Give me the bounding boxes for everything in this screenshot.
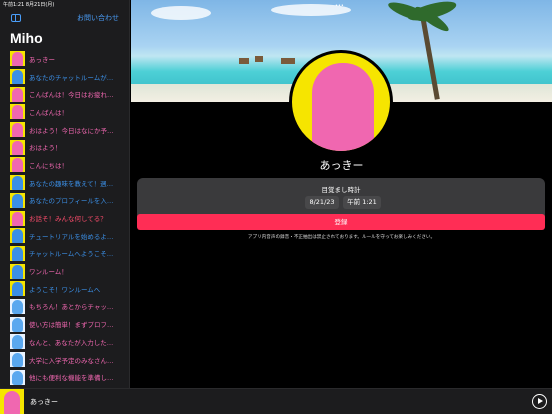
- chat-list-item[interactable]: なんと、あなたが入力した…: [0, 333, 130, 351]
- chat-list-item[interactable]: あなたのプロフィールを入…: [0, 192, 130, 210]
- alarm-date-picker[interactable]: 8/21/23: [305, 196, 339, 209]
- chat-list-item[interactable]: あなたのチャットルームが…: [0, 68, 130, 86]
- chat-list-item-text: あなたのチャットルームが…: [29, 73, 114, 82]
- avatar: [10, 175, 25, 191]
- avatar: [10, 51, 25, 67]
- player-avatar: [0, 389, 24, 414]
- chat-list-item[interactable]: おはよう！今日はなにか予…: [0, 121, 130, 139]
- avatar: [10, 69, 25, 85]
- chat-list-item[interactable]: お話そ！みんな何してる？: [0, 209, 130, 227]
- chat-list-item-text: あなたの趣味を教えて！週…: [29, 179, 114, 188]
- avatar: [10, 298, 25, 314]
- avatar: [10, 192, 25, 208]
- avatar: [10, 157, 25, 173]
- chat-list-item[interactable]: チャットルームへようこそ…: [0, 245, 130, 263]
- avatar: [10, 122, 25, 138]
- profile-avatar: [289, 50, 393, 154]
- chat-list-item-text: こんにちは！: [29, 161, 68, 170]
- alarm-title: 目覚まし時計: [321, 186, 361, 194]
- chat-list-item-text: お話そ！みんな何してる？: [29, 215, 107, 224]
- chat-list-item[interactable]: ようこそ！ワンルームへ: [0, 280, 130, 298]
- main-panel: ••• あっきー 目覚まし時計 8/21/23 午前 1:21 登録 アプリ内音…: [131, 0, 552, 388]
- chat-list-item-text: 使い方は簡単！まずプロフ…: [29, 321, 114, 330]
- player-bar: あっきー: [0, 388, 552, 414]
- chat-list-item-text: 他にも便利な機能を準備し…: [29, 374, 114, 383]
- chat-list-item[interactable]: あなたの趣味を教えて！週…: [0, 174, 130, 192]
- sidebar-title: Miho: [10, 30, 43, 46]
- chat-list-item[interactable]: こんばんは！: [0, 103, 130, 121]
- avatar: [10, 245, 25, 261]
- chat-list-item[interactable]: もちろん！あとからチャッ…: [0, 298, 130, 316]
- avatar: [10, 316, 25, 332]
- chat-list-item-text: こんばんは！: [29, 108, 68, 117]
- chat-list-item-text: ワンルーム！: [29, 268, 68, 277]
- chat-list-item[interactable]: ワンルーム！: [0, 262, 130, 280]
- avatar: [10, 228, 25, 244]
- notice-text: アプリ内音声の録音・不正抽出は禁止されております。ルールを守ってお楽しみください…: [247, 235, 436, 240]
- chat-list-item-text: あなたのプロフィールを入…: [29, 197, 114, 206]
- chat-list-item-text: こんばんは！今日はお疲れ…: [29, 91, 114, 100]
- profile-name: あっきー: [319, 159, 364, 172]
- chat-list: あっきーあなたのチャットルームが… こんばんは！今日はお疲れ… こんばんは！ おはよう…: [0, 50, 130, 386]
- register-button[interactable]: 登録: [137, 214, 545, 230]
- avatar: [10, 210, 25, 226]
- chat-list-item[interactable]: 他にも便利な機能を準備し…: [0, 368, 130, 386]
- chat-list-item-text: ようこそ！ワンルームへ: [29, 285, 101, 294]
- avatar: [10, 139, 25, 155]
- avatar: [10, 352, 25, 368]
- status-time: 午前1:21: [3, 2, 25, 8]
- chat-list-item-text: あっきー: [29, 55, 55, 64]
- status-date: 8月21日(月): [25, 2, 55, 8]
- avatar: [10, 263, 25, 279]
- chat-list-item[interactable]: こんばんは！今日はお疲れ…: [0, 85, 130, 103]
- chat-list-item-text: もちろん！あとからチャッ…: [29, 303, 114, 312]
- chat-list-item[interactable]: 使い方は簡単！まずプロフ…: [0, 315, 130, 333]
- play-icon[interactable]: [532, 394, 547, 409]
- alarm-time-picker[interactable]: 午前 1:21: [343, 196, 381, 209]
- chat-list-item[interactable]: 大学に入学予定のみなさん…: [0, 351, 130, 369]
- chat-list-item[interactable]: チュートリアルを始めるよ…: [0, 227, 130, 245]
- chat-list-item-text: おはよう！今日はなにか予…: [29, 126, 114, 135]
- player-name: あっきー: [30, 398, 58, 406]
- avatar: [10, 104, 25, 120]
- avatar: [10, 369, 25, 385]
- avatar: [10, 281, 25, 297]
- chat-list-item[interactable]: こんにちは！: [0, 156, 130, 174]
- status-bar: 午前1:21 8月21日(月): [0, 0, 130, 10]
- chat-list-item-text: なんと、あなたが入力した…: [29, 338, 114, 347]
- chat-list-item-text: 大学に入学予定のみなさん…: [29, 356, 114, 365]
- chat-list-item-text: チュートリアルを始めるよ…: [29, 232, 114, 241]
- avatar: [10, 334, 25, 350]
- chat-list-item[interactable]: おはよう！: [0, 138, 130, 156]
- drag-handle[interactable]: •••: [335, 3, 344, 9]
- sidebar: お問い合わせ Miho あっきーあなたのチャットルームが… こんばんは！今日はお疲…: [0, 0, 130, 388]
- chat-list-item-text: おはよう！: [29, 144, 62, 153]
- chat-list-item-text: チャットルームへようこそ…: [29, 250, 114, 259]
- chat-list-item[interactable]: あっきー: [0, 50, 130, 68]
- contact-link[interactable]: お問い合わせ: [77, 13, 119, 23]
- avatar: [10, 86, 25, 102]
- sidebar-toggle-icon[interactable]: [11, 14, 21, 22]
